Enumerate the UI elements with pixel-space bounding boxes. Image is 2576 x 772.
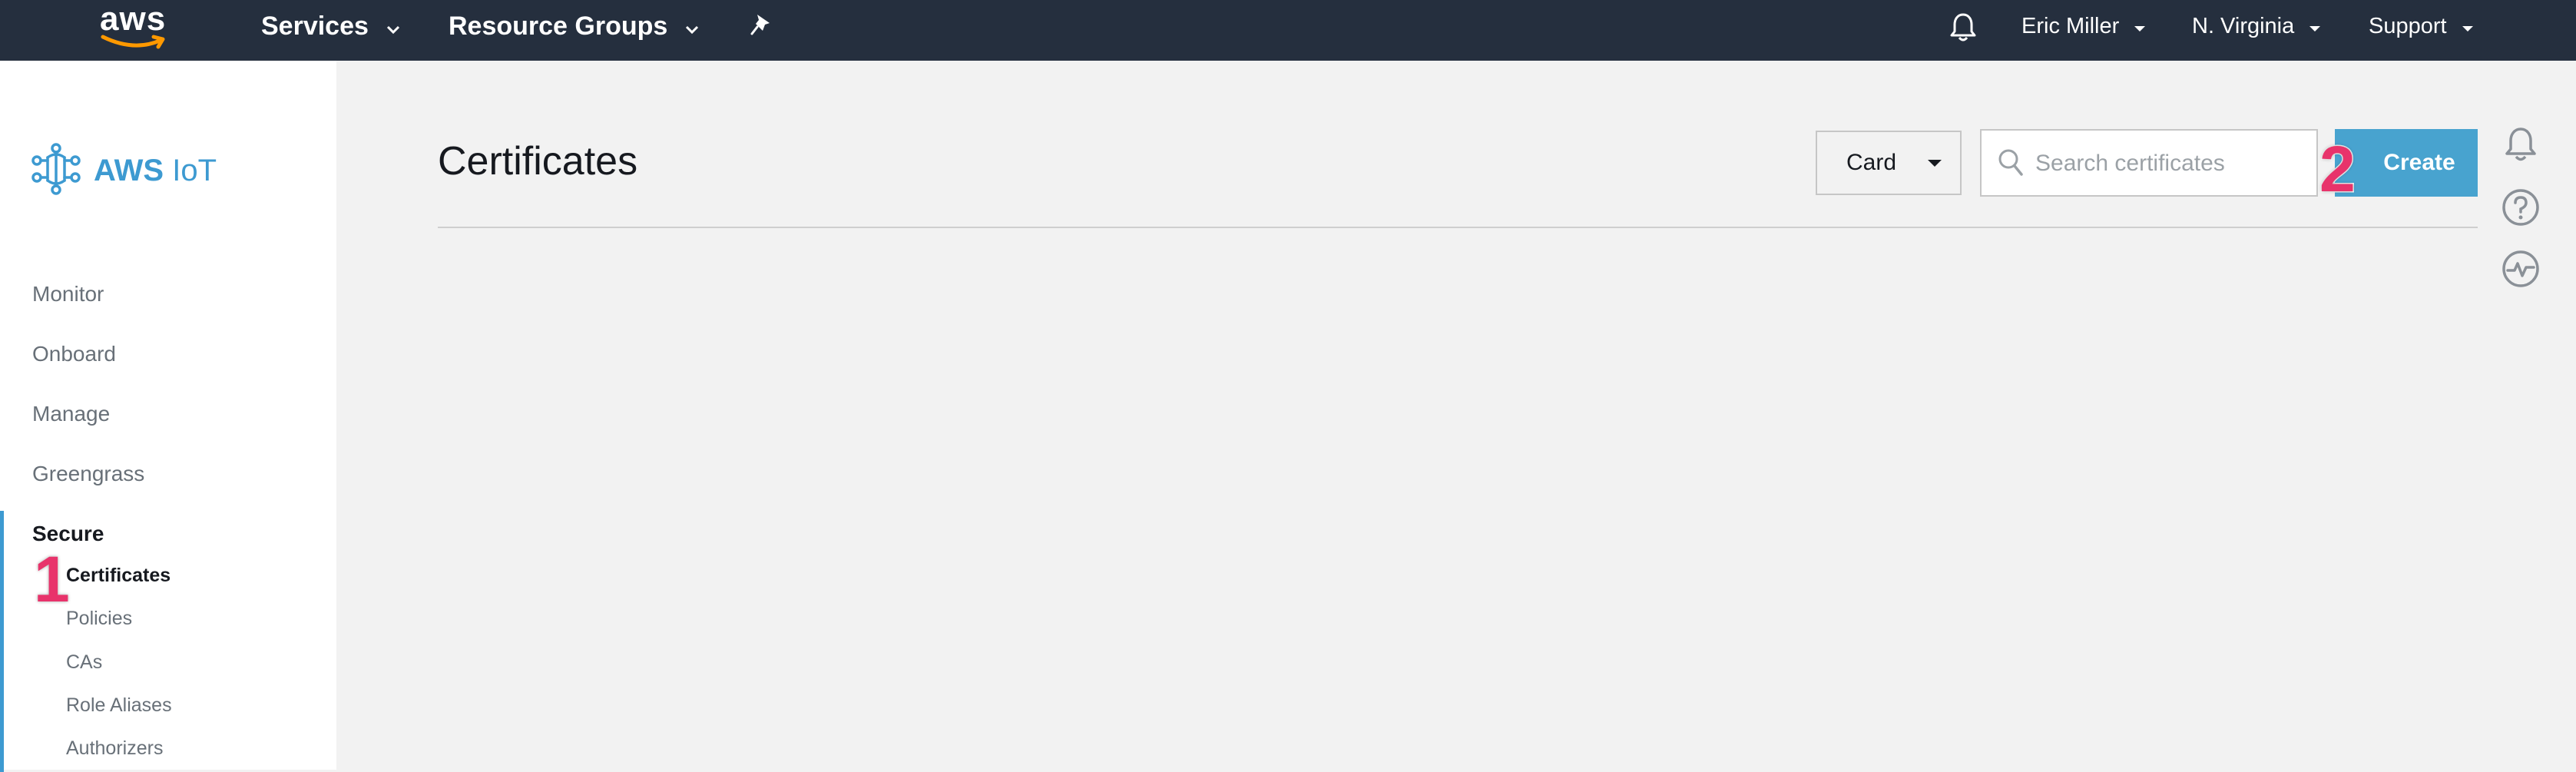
search-input[interactable] [2034, 143, 2306, 184]
sidebar-item-monitor[interactable]: Monitor [32, 282, 104, 306]
activity-icon[interactable] [2501, 249, 2541, 293]
aws-iot-brand[interactable]: AWS IoT [31, 142, 217, 200]
pin-icon[interactable] [748, 12, 774, 44]
caret-down-icon [2308, 14, 2322, 39]
brand-bold: AWS [94, 154, 164, 187]
step-badge-2: 2 [2319, 133, 2357, 205]
help-icon[interactable] [2501, 187, 2541, 231]
create-button[interactable]: Create [2335, 129, 2478, 197]
region-label: N. Virginia [2192, 13, 2295, 38]
brand-light: IoT [172, 154, 217, 187]
sidebar-subitem-certificates[interactable]: Certificates [66, 565, 171, 587]
services-label: Services [261, 11, 369, 41]
sidebar-item-manage[interactable]: Manage [32, 402, 110, 426]
aws-logo-text: aws [100, 0, 167, 38]
aws-iot-title: AWS IoT [94, 154, 217, 188]
bell-icon[interactable] [1949, 11, 1977, 47]
resource-groups-menu[interactable]: Resource Groups [449, 0, 700, 52]
user-menu[interactable]: Eric Miller [2021, 0, 2147, 52]
chevron-down-icon [684, 12, 700, 41]
aws-iot-logo-icon [31, 142, 81, 200]
page-title: Certificates [438, 139, 638, 184]
search-certificates-box[interactable] [1980, 129, 2318, 197]
region-menu[interactable]: N. Virginia [2192, 0, 2322, 52]
user-label: Eric Miller [2021, 13, 2120, 38]
resource-groups-label: Resource Groups [449, 11, 668, 41]
caret-down-icon [2461, 14, 2475, 39]
sidebar-item-greengrass[interactable]: Greengrass [32, 462, 144, 486]
bell-icon[interactable] [2501, 124, 2541, 168]
active-section-indicator [0, 511, 4, 772]
caret-down-icon [2133, 14, 2147, 39]
search-icon [1997, 147, 2025, 182]
sidebar: AWS IoT Monitor Onboard Manage Greengras… [0, 61, 336, 772]
sidebar-subitem-authorizers[interactable]: Authorizers [66, 737, 163, 760]
aws-smile-icon [101, 35, 165, 49]
top-navigation-bar: aws Services Resource Groups Eric Miller [0, 0, 2576, 61]
create-button-label: Create [2383, 150, 2455, 175]
sidebar-subitem-role-aliases[interactable]: Role Aliases [66, 694, 172, 717]
support-menu[interactable]: Support [2369, 0, 2475, 52]
title-divider [438, 227, 2478, 228]
chevron-down-icon [386, 12, 401, 41]
services-menu[interactable]: Services [261, 0, 401, 52]
sidebar-item-onboard[interactable]: Onboard [32, 342, 116, 366]
view-mode-select[interactable]: Card [1816, 131, 1962, 195]
step-badge-1: 1 [33, 543, 71, 615]
sidebar-subitem-cas[interactable]: CAs [66, 651, 102, 674]
caret-down-icon [1926, 158, 1943, 172]
view-mode-value: Card [1846, 150, 1897, 175]
sidebar-subitem-policies[interactable]: Policies [66, 608, 132, 630]
support-label: Support [2369, 13, 2447, 38]
aws-logo[interactable]: aws [97, 0, 171, 51]
